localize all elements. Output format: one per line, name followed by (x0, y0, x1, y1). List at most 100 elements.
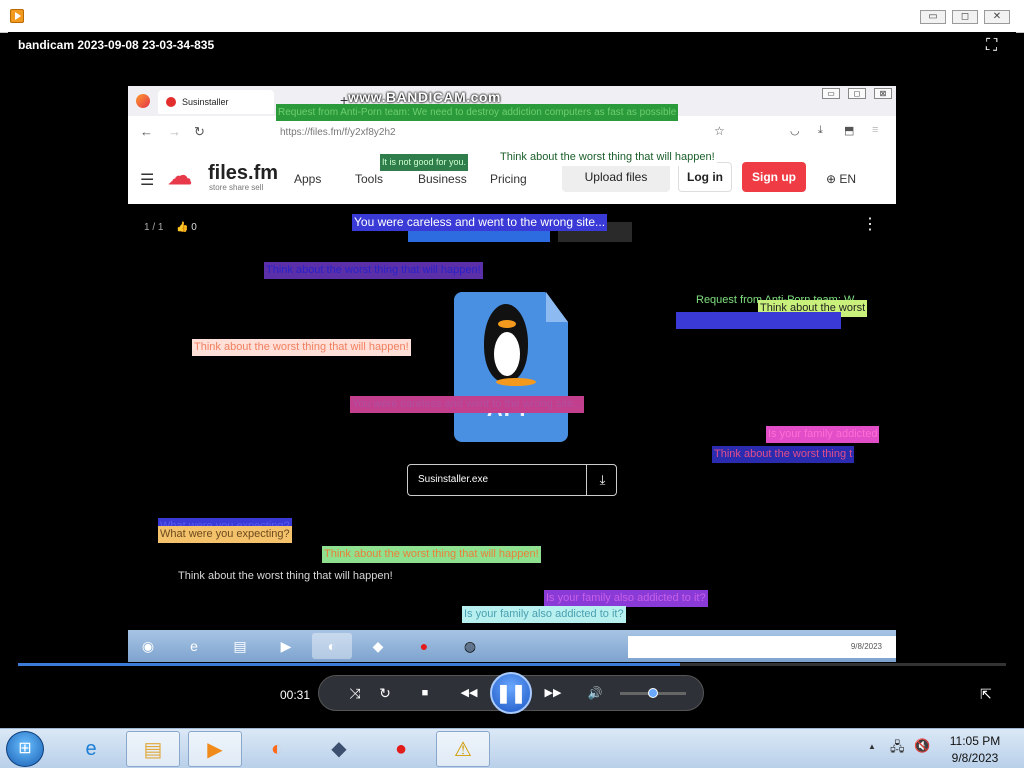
overlay-message: You've been careless... someone (676, 312, 842, 329)
penguin-beak (498, 320, 516, 328)
hamburger-menu-icon[interactable]: ☰ (140, 170, 154, 190)
browser-tab[interactable]: Susinstaller (158, 90, 274, 114)
taskbar-app-icon[interactable]: ◆ (312, 731, 366, 767)
bookmark-star-icon[interactable]: ☆ (714, 124, 725, 138)
penguin-belly (494, 332, 520, 376)
bandicam-app-icon (10, 9, 24, 23)
thumbs-up-icon: 👍 (176, 222, 189, 233)
back-icon[interactable]: ← (140, 124, 153, 139)
start-button[interactable]: ⊞ (6, 731, 44, 767)
overlay-message: Think about the worst thing that will ha… (264, 262, 483, 279)
site-logo[interactable]: files.fm (208, 162, 278, 185)
extensions-icon[interactable]: ⬒ (844, 124, 854, 137)
recorded-taskbar: ◉ e ▤ ▶ ◐ ◆ ● ◍ 9/8/2023 (128, 630, 896, 662)
pocket-icon[interactable]: ◡ (790, 124, 800, 137)
address-bar[interactable]: https://files.fm/f/y2xf8y2h2 (258, 123, 738, 143)
reload-icon[interactable]: ↻ (194, 124, 205, 140)
seek-bar-progress (18, 663, 680, 666)
recorded-tray: 9/8/2023 (628, 636, 896, 658)
recorded-tray-date: 9/8/2023 (850, 642, 882, 651)
taskbar-internet-explorer-icon[interactable]: e (64, 731, 118, 767)
forward-icon[interactable]: → (168, 124, 181, 139)
file-download-icon[interactable]: ⤓ (586, 465, 618, 495)
show-hidden-icons-icon[interactable]: ▲ (868, 742, 876, 751)
site-tagline: store share sell (209, 183, 264, 192)
volume-muted-icon[interactable]: 🔇 (914, 738, 930, 754)
taskbar-alert-app-icon[interactable]: ⚠ (436, 731, 490, 767)
window-titlebar: ▭ ◻ ✕ (0, 0, 1024, 33)
forward-icon[interactable]: ▶▶ (538, 683, 568, 703)
recorded-media-icon: ▶ (280, 638, 292, 654)
pause-button[interactable]: ❚❚ (490, 672, 532, 714)
nav-tools[interactable]: Tools (355, 172, 383, 186)
file-name: Susinstaller.exe (418, 474, 489, 485)
minimize-button[interactable]: ▭ (920, 10, 946, 24)
overlay-message: Think about the worst thing t (712, 446, 855, 463)
clock-date[interactable]: 9/8/2023 (940, 751, 1010, 765)
menu-icon[interactable]: ≡ (872, 124, 878, 136)
overlay-message: Is your family also addicted to it? (544, 590, 708, 607)
like-count: 0 (191, 222, 197, 233)
login-button[interactable]: Log in (678, 162, 732, 192)
overlay-message: Think about the worst thing that will ha… (192, 339, 411, 356)
taskbar-bandicam-player-icon[interactable]: ▶ (188, 731, 242, 767)
browser-close-button[interactable]: ⊠ (874, 88, 892, 99)
page-counter: 1 / 1 (144, 222, 164, 233)
recorded-explorer-icon: ▤ (233, 638, 247, 654)
nav-business[interactable]: Business (418, 172, 467, 186)
signup-button[interactable]: Sign up (742, 162, 806, 192)
overlay-message: It is not good for you. (380, 154, 469, 171)
nav-pricing[interactable]: Pricing (490, 172, 527, 186)
site-favicon-icon (166, 97, 176, 107)
browser-minimize-button[interactable]: ▭ (822, 88, 840, 99)
overlay-message: What were you expecting? (158, 526, 292, 543)
stop-icon[interactable]: ■ (414, 683, 436, 703)
repeat-icon[interactable]: ↻ (374, 683, 396, 703)
overlay-message: Think about the worst thing that will ha… (498, 149, 717, 166)
overlay-message: You were careless and went to the wrong … (350, 396, 585, 413)
volume-slider-knob[interactable] (648, 688, 658, 698)
playback-time: 00:31 (280, 688, 311, 702)
overlay-message: Is your family addicted (766, 426, 880, 443)
more-options-icon[interactable]: ⋮ (862, 217, 878, 233)
recorded-app-icon: ◆ (372, 638, 384, 654)
overlay-message: Request from Anti-Porn team: We need to … (276, 104, 679, 121)
maximize-button[interactable]: ◻ (952, 10, 978, 24)
overlay-message: Think about the worst thing that will ha… (322, 546, 541, 563)
recorded-ie-icon: e (190, 638, 198, 654)
like-button[interactable]: 👍 0 (176, 222, 197, 233)
files-fm-cloud-icon: ☁ (168, 163, 192, 190)
recorded-screen: Susinstaller + www.BANDICAM.com ▭ ◻ ⊠ ← … (128, 86, 896, 662)
expand-icon[interactable]: ⇱ (980, 686, 996, 702)
file-row[interactable]: Susinstaller.exe ⤓ (407, 464, 617, 496)
taskbar-recorder-icon[interactable]: ● (374, 731, 428, 767)
tab-title: Susinstaller (182, 97, 229, 107)
overlay-message: Is your family also addicted to it? (462, 606, 626, 623)
recorded-penguin-icon: ◍ (463, 638, 477, 654)
language-selector[interactable]: ⊕ EN (826, 172, 856, 186)
recorded-record-icon: ● (419, 638, 429, 654)
language-label: EN (839, 172, 857, 186)
nav-apps[interactable]: Apps (294, 172, 321, 186)
fullscreen-icon[interactable]: ⛶ (986, 38, 1006, 54)
network-icon[interactable]: 🖧 (890, 738, 905, 760)
clock-time[interactable]: 11:05 PM (940, 734, 1010, 748)
downloads-icon[interactable]: ⤓ (818, 124, 823, 137)
bandicam-watermark: www.BANDICAM.com (348, 89, 501, 105)
taskbar-explorer-icon[interactable]: ▤ (126, 731, 180, 767)
overlay-message: Think about the worst thing that will ha… (178, 570, 393, 582)
shuffle-icon[interactable]: ⤨ (344, 683, 366, 703)
rewind-icon[interactable]: ◀◀ (454, 683, 484, 703)
taskbar-firefox-icon[interactable]: ◐ (250, 731, 304, 767)
browser-navbar: ← → ↻ https://files.fm/f/y2xf8y2h2 ☆ ◡ ⤓… (128, 116, 896, 151)
video-title: bandicam 2023-09-08 23-03-34-835 (18, 38, 215, 52)
close-button[interactable]: ✕ (984, 10, 1010, 24)
overlay-message: You were careless and went to the wrong … (352, 214, 608, 231)
recorded-start-orb-icon: ◉ (141, 638, 155, 654)
upload-files-button[interactable]: Upload files (562, 162, 670, 192)
globe-icon: ⊕ (826, 172, 837, 186)
volume-icon[interactable]: 🔊 (584, 683, 606, 703)
browser-maximize-button[interactable]: ◻ (848, 88, 866, 99)
penguin-feet (496, 378, 536, 386)
file-fold-corner (546, 292, 568, 322)
